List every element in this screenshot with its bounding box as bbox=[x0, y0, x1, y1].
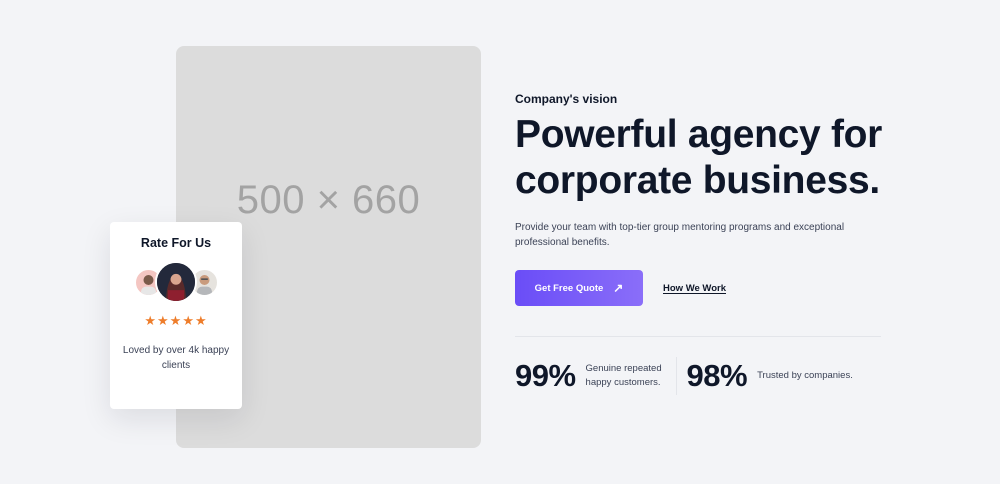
arrow-up-right-icon: ↗ bbox=[613, 281, 624, 295]
rate-card-title: Rate For Us bbox=[140, 236, 212, 250]
headline-line-2: corporate business. bbox=[515, 159, 880, 202]
hero-content: Company's vision Powerful agency for cor… bbox=[515, 92, 985, 395]
rating-stars: ★★★★★ bbox=[144, 313, 208, 328]
stat-separator bbox=[675, 357, 677, 395]
stats-row: 99% Genuine repeated happy customers. 98… bbox=[515, 357, 985, 395]
eyebrow-label: Company's vision bbox=[515, 92, 618, 106]
stat-label: Genuine repeated happy customers. bbox=[585, 363, 662, 388]
headline-line-1: Powerful agency for bbox=[515, 113, 883, 156]
stat-item: 99% Genuine repeated happy customers. bbox=[515, 358, 676, 394]
headline: Powerful agency for corporate business. bbox=[515, 112, 985, 204]
how-we-work-link[interactable]: How We Work bbox=[663, 283, 726, 294]
hero-description: Provide your team with top-tier group me… bbox=[515, 222, 845, 248]
cta-row: Get Free Quote ↗ How We Work bbox=[515, 270, 985, 306]
rate-card: Rate For Us ★★★★★ Loved by over 4k happy… bbox=[110, 222, 242, 409]
stat-item: 98% Trusted by companies. bbox=[687, 358, 868, 394]
avatar bbox=[155, 261, 197, 303]
placeholder-label: 500 × 660 bbox=[236, 177, 421, 222]
avatar-group bbox=[110, 261, 242, 303]
rate-card-text: Loved by over 4k happy clients bbox=[122, 345, 230, 371]
divider bbox=[515, 336, 881, 337]
get-free-quote-button[interactable]: Get Free Quote ↗ bbox=[515, 270, 643, 306]
stat-label: Trusted by companies. bbox=[757, 370, 853, 381]
get-free-quote-label: Get Free Quote bbox=[534, 282, 604, 294]
stat-value: 99% bbox=[515, 358, 576, 393]
stat-value: 98% bbox=[686, 358, 748, 393]
